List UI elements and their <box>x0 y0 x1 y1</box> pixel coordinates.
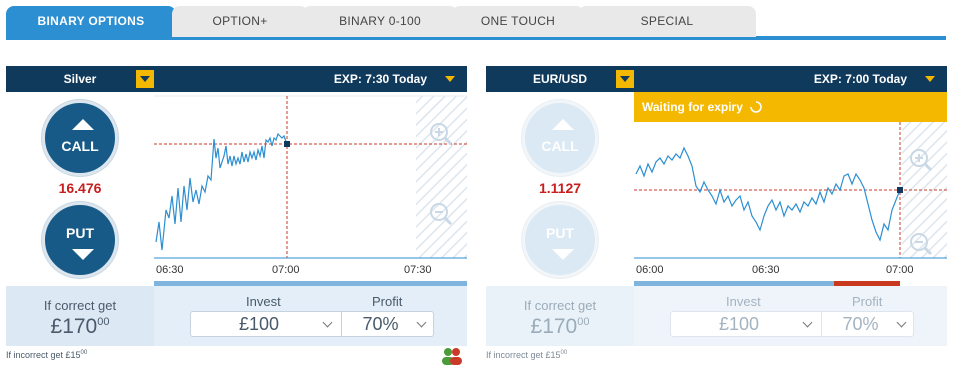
if-correct-amount: £17000 <box>50 315 110 338</box>
asset-dropdown-chevron-down-icon[interactable] <box>136 70 154 88</box>
if-correct-amount: £17000 <box>530 315 590 338</box>
chevron-down-icon <box>322 317 333 328</box>
profit-select[interactable]: 70% <box>342 311 434 337</box>
x-tick: 06:00 <box>636 264 664 276</box>
trade-form: If correct get £17000 Invest Profit £100… <box>486 286 947 346</box>
chevron-down-icon <box>416 317 427 328</box>
people-icon[interactable] <box>440 347 464 365</box>
price-chart: 06:30 07:00 07:30 <box>154 92 467 286</box>
expiry-chevron-down-icon[interactable] <box>925 76 935 82</box>
invest-label: Invest <box>246 294 281 309</box>
arrow-down-icon <box>72 249 94 260</box>
current-point <box>897 187 903 193</box>
waiting-banner: Waiting for expiry <box>634 92 947 122</box>
spinner-icon <box>750 101 763 113</box>
tab-special[interactable]: SPECIAL <box>578 6 756 37</box>
profit-label: Profit <box>852 294 883 309</box>
invest-select[interactable]: £100 <box>190 311 342 337</box>
price-chart: Waiting for expiry 06:00 06:30 07:00 <box>634 92 947 286</box>
arrow-up-icon <box>552 119 574 130</box>
arrow-down-icon <box>552 249 574 260</box>
payout-box: If correct get £17000 <box>486 286 634 346</box>
product-tabs: BINARY OPTIONS OPTION+ BINARY 0-100 ONE … <box>6 6 946 40</box>
arrow-up-icon <box>72 119 94 130</box>
if-incorrect-text: If incorrect get £1500 <box>486 350 568 360</box>
chevron-down-icon <box>802 317 813 328</box>
if-correct-label: If correct get <box>523 298 597 313</box>
put-label: PUT <box>546 225 574 241</box>
call-button[interactable]: CALL <box>522 100 598 176</box>
asset-name: EUR/USD <box>532 72 587 86</box>
tab-binary-0-100[interactable]: BINARY 0-100 <box>302 6 458 37</box>
current-point <box>284 141 290 147</box>
profit-select[interactable]: 70% <box>822 311 914 337</box>
asset-dropdown-chevron-down-icon[interactable] <box>616 70 634 88</box>
expiry-selector[interactable]: EXP: 7:30 Today <box>334 66 427 92</box>
asset-name: Silver <box>63 72 97 86</box>
x-tick: 07:00 <box>272 264 300 276</box>
payout-box: If correct get £17000 <box>6 286 154 346</box>
put-button[interactable]: PUT <box>42 202 118 278</box>
x-tick: 06:30 <box>156 264 184 276</box>
panel-header: EUR/USD EXP: 7:00 Today <box>486 66 947 92</box>
expiry-chevron-down-icon[interactable] <box>445 76 455 82</box>
tab-one-touch[interactable]: ONE TOUCH <box>452 6 584 37</box>
x-tick: 06:30 <box>752 264 780 276</box>
x-tick: 07:00 <box>886 264 914 276</box>
call-label: CALL <box>541 138 579 154</box>
invest-select[interactable]: £100 <box>670 311 822 337</box>
tab-binary-options[interactable]: BINARY OPTIONS <box>6 6 176 37</box>
tab-option-plus[interactable]: OPTION+ <box>172 6 308 37</box>
invest-label: Invest <box>726 294 761 309</box>
trade-buttons: CALL 16.476 PUT <box>6 92 154 286</box>
expiry-selector[interactable]: EXP: 7:00 Today <box>814 66 907 92</box>
current-price: 1.1127 <box>538 180 582 196</box>
call-label: CALL <box>61 138 99 154</box>
trade-form: If correct get £17000 Invest Profit £100… <box>6 286 467 346</box>
current-price: 16.476 <box>58 180 102 196</box>
profit-label: Profit <box>372 294 403 309</box>
if-correct-label: If correct get <box>43 298 117 313</box>
option-panel-eurusd: EUR/USD EXP: 7:00 Today CALL 1.1127 PUT <box>486 66 947 360</box>
put-label: PUT <box>66 225 94 241</box>
option-panel-silver: Silver EXP: 7:30 Today CALL 16.476 PUT 0… <box>6 66 467 365</box>
x-tick: 07:30 <box>404 264 432 276</box>
if-incorrect-text: If incorrect get £1500 <box>6 350 88 360</box>
panel-header: Silver EXP: 7:30 Today <box>6 66 467 92</box>
trade-buttons: CALL 1.1127 PUT <box>486 92 634 286</box>
expiry-zone <box>416 96 467 258</box>
chevron-down-icon <box>896 317 907 328</box>
call-button[interactable]: CALL <box>42 100 118 176</box>
put-button[interactable]: PUT <box>522 202 598 278</box>
